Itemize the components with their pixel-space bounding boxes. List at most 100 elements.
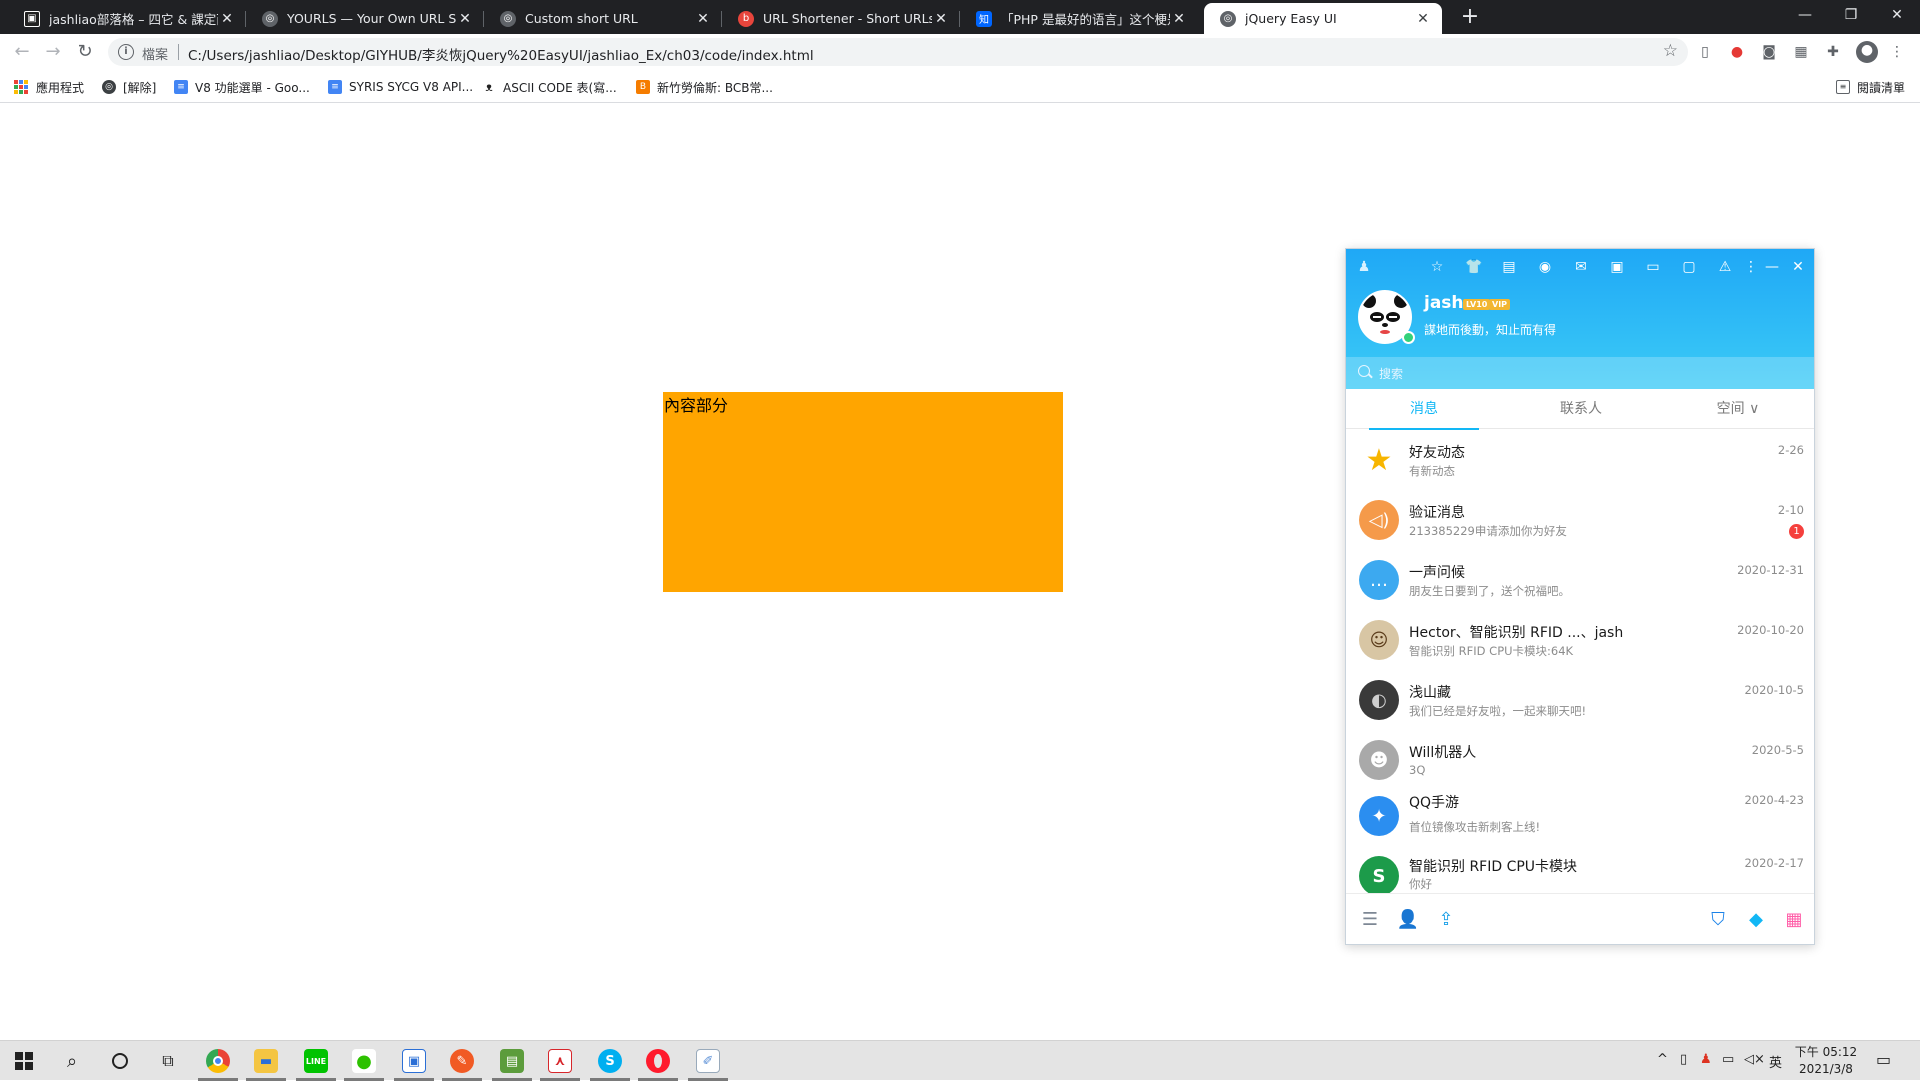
profile-avatar-icon[interactable]: ●	[1856, 41, 1878, 63]
conversation-item[interactable]: ☻ Will机器人 3Q 2020-5-5	[1346, 730, 1814, 790]
tab-close-icon[interactable]: ✕	[932, 11, 950, 27]
conversation-preview: 你好	[1409, 877, 1432, 891]
menu-kebab-icon[interactable]: ⋮	[1888, 43, 1906, 61]
conversation-item[interactable]: ◁) 验证消息 213385229申请添加你为好友 2-10 1	[1346, 490, 1814, 550]
qq-penguin-icon[interactable]: ♟	[1356, 259, 1372, 275]
tab-close-icon[interactable]: ✕	[694, 11, 712, 27]
taskbar-app-pen[interactable]: ✐	[684, 1041, 732, 1081]
conversation-item[interactable]: ✦ QQ手游 首位镜像攻击新刺客上线! 2020-4-23	[1346, 786, 1814, 846]
tab-space[interactable]: 空间 ∨	[1660, 389, 1814, 429]
qq-minimize-icon[interactable]: —	[1764, 259, 1780, 275]
taskbar-acrobat[interactable]: ⋏	[536, 1041, 584, 1081]
browser-tab[interactable]: 知 「PHP 是最好的语言」这个梗是 ✕	[960, 3, 1198, 34]
app-manager-icon[interactable]: ▦	[1782, 908, 1806, 932]
browser-tab[interactable]: ◎ Custom short URL ✕	[484, 3, 722, 34]
conversation-list: ★ 好友动态 有新动态 2-26 ◁) 验证消息 213385229申请添加你为…	[1346, 430, 1814, 893]
ime-indicator[interactable]: 英	[1769, 1052, 1782, 1071]
taskbar-chrome[interactable]	[194, 1041, 242, 1081]
url-text[interactable]: C:/Users/jashliao/Desktop/GIYHUB/李炎恢jQue…	[188, 44, 814, 64]
qq-signature[interactable]: 謀地而後動，知止而有得	[1424, 321, 1556, 338]
notifications-icon[interactable]: ▭	[1876, 1050, 1891, 1069]
taskbar-file-explorer[interactable]: ▬	[242, 1041, 290, 1081]
file-transfer-icon[interactable]: ⇪	[1434, 908, 1458, 932]
qq-tray-icon[interactable]: ♟	[1700, 1052, 1712, 1067]
tab-close-icon[interactable]: ✕	[1414, 11, 1432, 27]
browser-tab[interactable]: b URL Shortener - Short URLs & C ✕	[722, 3, 960, 34]
start-button[interactable]	[0, 1041, 48, 1081]
bookmark-star-icon[interactable]: ☆	[1663, 41, 1678, 61]
tab-close-icon[interactable]: ✕	[1170, 11, 1188, 27]
taskbar-line[interactable]: LINE	[292, 1041, 340, 1081]
qq-mail-icon[interactable]: ✉	[1573, 259, 1589, 275]
volume-muted-icon[interactable]: ◁×	[1744, 1052, 1765, 1067]
back-arrow-icon[interactable]: ←	[10, 40, 34, 64]
address-bar[interactable]: i 檔案 C:/Users/jashliao/Desktop/GIYHUB/李炎…	[108, 38, 1688, 66]
task-view-button[interactable]: ⧉	[144, 1041, 192, 1081]
qq-gift-icon[interactable]: ▣	[1609, 259, 1625, 275]
bookmark-item[interactable]: ≡ V8 功能選單 - Goo...	[174, 77, 310, 97]
tab-close-icon[interactable]: ✕	[218, 11, 236, 27]
browser-tab[interactable]: ▣ jashliao部落格 – 四它 & 課定而後 ✕	[8, 3, 246, 34]
bookmark-item[interactable]: ≡ SYRIS SYCG V8 API...	[328, 77, 473, 97]
browser-tab[interactable]: ◎ YOURLS — Your Own URL Shor ✕	[246, 3, 484, 34]
taskbar-opera[interactable]	[634, 1041, 682, 1081]
bookmark-item[interactable]: B 新竹勞倫斯: BCB常...	[636, 77, 773, 97]
network-icon[interactable]: ▭	[1722, 1052, 1734, 1067]
conversation-item[interactable]: ☺ Hector、智能识别 RFID ...、jash 智能识别 RFID CP…	[1346, 610, 1814, 670]
main-menu-icon[interactable]: ☰	[1358, 908, 1382, 932]
security-shield-icon[interactable]: ⛉	[1706, 908, 1730, 932]
info-icon[interactable]: i	[118, 44, 134, 60]
show-hidden-icons-chevron-icon[interactable]: ^	[1657, 1052, 1668, 1067]
qq-wallet-icon[interactable]: ▭	[1645, 259, 1661, 275]
reload-icon[interactable]: ↻	[73, 40, 97, 64]
qq-close-icon[interactable]: ✕	[1790, 259, 1806, 275]
taskbar-app-chart[interactable]: ▤	[488, 1041, 536, 1081]
rfid-module-icon: S	[1359, 856, 1399, 893]
tab-contacts[interactable]: 联系人	[1503, 389, 1659, 429]
device-tray-icon[interactable]: ▯	[1680, 1052, 1687, 1067]
qq-medal-icon[interactable]: ◉	[1537, 259, 1553, 275]
bookmark-apps[interactable]: 應用程式	[14, 77, 84, 97]
camera-icon[interactable]: ◙	[1760, 43, 1778, 61]
taskbar-wechat[interactable]: ●	[340, 1041, 388, 1081]
extensions-puzzle-icon[interactable]: ✚	[1824, 43, 1842, 61]
add-contact-icon[interactable]: 👤	[1396, 908, 1420, 932]
qq-shirt-icon[interactable]: 👕	[1465, 259, 1482, 275]
bookmark-item[interactable]: ᴥ ASCII CODE 表(寫...	[482, 77, 617, 97]
taskbar-app-orange[interactable]: ✎	[438, 1041, 486, 1081]
new-tab-button[interactable]: +	[1456, 4, 1484, 30]
restore-button[interactable]: ❐	[1828, 0, 1874, 30]
search-button[interactable]: ⌕	[48, 1041, 96, 1081]
qq-calendar-icon[interactable]: ▤	[1501, 259, 1517, 275]
taskbar-app-blue[interactable]: ▣	[390, 1041, 438, 1081]
cortana-button[interactable]	[96, 1041, 144, 1081]
tab-close-icon[interactable]: ✕	[456, 11, 474, 27]
conversation-item[interactable]: … 一声问候 朋友生日要到了，送个祝福吧。 2020-12-31	[1346, 550, 1814, 610]
conversation-item[interactable]: ◐ 浅山藏 我们已经是好友啦，一起来聊天吧! 2020-10-5	[1346, 670, 1814, 730]
conversation-item[interactable]: S 智能识别 RFID CPU卡模块 你好 2020-2-17	[1346, 846, 1814, 893]
qq-clipboard-icon[interactable]: ▢	[1681, 259, 1697, 275]
conversation-preview: 3Q	[1409, 763, 1426, 777]
phone-icon[interactable]: ▯	[1696, 43, 1714, 61]
minimize-button[interactable]: —	[1782, 0, 1828, 30]
online-status-dot[interactable]	[1402, 331, 1415, 344]
browser-tab-active[interactable]: ◎ jQuery Easy UI ✕	[1204, 3, 1442, 34]
qr-code-icon[interactable]: ▦	[1792, 43, 1810, 61]
conversation-name: Will机器人	[1409, 745, 1477, 761]
system-clock[interactable]: 下午 05:12 2021/3/8	[1786, 1044, 1866, 1078]
taskbar-skype[interactable]: S	[586, 1041, 634, 1081]
close-window-button[interactable]: ✕	[1874, 0, 1920, 30]
conversation-name: 验证消息	[1409, 505, 1465, 521]
bookmark-item[interactable]: ◎ [解除]	[102, 77, 156, 97]
record-extension-icon[interactable]: ●	[1728, 43, 1746, 61]
qq-warning-icon[interactable]: ⚠	[1717, 259, 1733, 275]
forward-arrow-icon[interactable]: →	[41, 40, 65, 64]
reading-list-button[interactable]: ≡ 閱讀清單	[1836, 77, 1905, 97]
tab-messages[interactable]: 消息	[1346, 389, 1502, 430]
qq-more-icon[interactable]: ⋮	[1743, 259, 1759, 275]
conversation-item[interactable]: ★ 好友动态 有新动态 2-26	[1346, 430, 1814, 490]
qq-search-box[interactable]: 搜索	[1346, 357, 1814, 389]
qq-star-icon[interactable]: ☆	[1429, 259, 1445, 275]
search-icon: ⌕	[66, 1050, 78, 1072]
tencent-class-icon[interactable]: ◆	[1744, 908, 1768, 932]
